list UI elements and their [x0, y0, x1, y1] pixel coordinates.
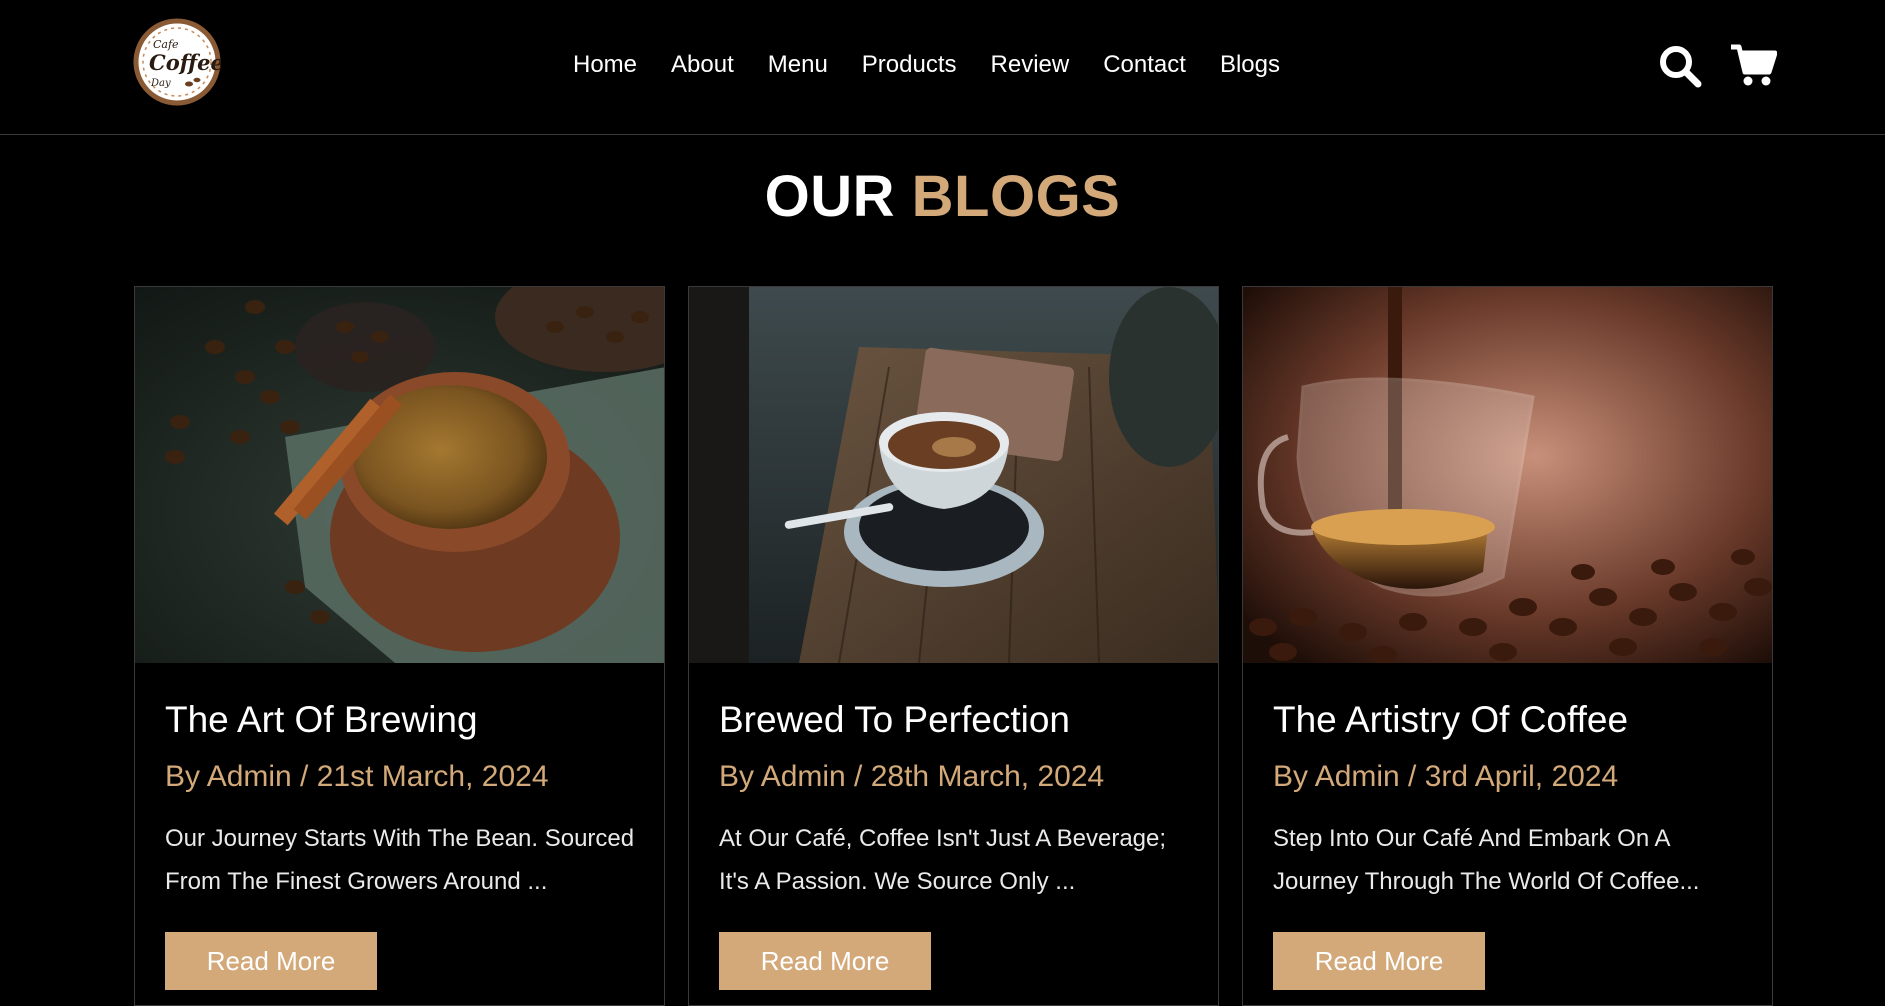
- nav-about[interactable]: About: [671, 48, 734, 82]
- read-more-button[interactable]: Read More: [1273, 932, 1485, 990]
- blog-excerpt: Our Journey Starts With The Bean. Source…: [165, 825, 635, 895]
- site-header: Cafe Coffee Day Home About Menu Products…: [0, 0, 1885, 135]
- nav-menu[interactable]: Menu: [768, 48, 828, 82]
- read-more-button[interactable]: Read More: [165, 932, 377, 990]
- blog-image-brewing[interactable]: [135, 287, 664, 663]
- read-more-button[interactable]: Read More: [719, 932, 931, 990]
- logo-text-coffee: Coffee: [149, 50, 221, 75]
- section-title-main: OUR: [764, 164, 896, 229]
- blog-meta: By Admin / 28th March, 2024: [719, 760, 1105, 793]
- blog-image-artistry[interactable]: [1243, 287, 1772, 663]
- nav-review[interactable]: Review: [991, 48, 1070, 82]
- nav-blogs[interactable]: Blogs: [1220, 48, 1280, 82]
- nav-products[interactable]: Products: [862, 48, 957, 82]
- brand-logo[interactable]: Cafe Coffee Day: [133, 18, 224, 106]
- cart-icon[interactable]: [1729, 42, 1778, 88]
- nav-contact[interactable]: Contact: [1103, 48, 1186, 82]
- blog-title[interactable]: The Artistry Of Coffee: [1273, 697, 1628, 743]
- blog-title[interactable]: The Art Of Brewing: [165, 697, 478, 743]
- blog-card: The Artistry Of Coffee By Admin / 3rd Ap…: [1242, 286, 1773, 1006]
- blog-excerpt: Step Into Our Café And Embark On A Journ…: [1273, 825, 1700, 895]
- logo-text-day: Day: [150, 78, 171, 89]
- section-title-accent: BLOGS: [911, 164, 1121, 229]
- blog-meta: By Admin / 21st March, 2024: [165, 760, 549, 793]
- search-icon[interactable]: [1658, 44, 1702, 88]
- blog-image-perfection[interactable]: [689, 287, 1218, 663]
- blog-card: Brewed To Perfection By Admin / 28th Mar…: [688, 286, 1219, 1006]
- blog-card: The Art Of Brewing By Admin / 21st March…: [134, 286, 665, 1006]
- blog-excerpt: At Our Café, Coffee Isn't Just A Beverag…: [719, 825, 1167, 895]
- blog-meta: By Admin / 3rd April, 2024: [1273, 760, 1619, 793]
- blog-title[interactable]: Brewed To Perfection: [719, 697, 1070, 743]
- nav-home[interactable]: Home: [573, 48, 637, 82]
- section-title: OUR BLOGS: [0, 162, 1885, 232]
